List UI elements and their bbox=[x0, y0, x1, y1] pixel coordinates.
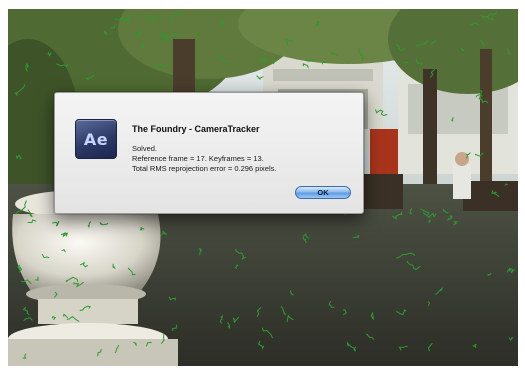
ok-button[interactable]: OK bbox=[295, 186, 351, 199]
message-line-frames: Reference frame = 17. Keyframes = 13. bbox=[132, 154, 264, 163]
message-line-status: Solved. bbox=[132, 144, 158, 153]
footage-viewer: Ae The Foundry - CameraTracker Solved. R… bbox=[8, 9, 518, 366]
camera-tracker-alert-dialog: Ae The Foundry - CameraTracker Solved. R… bbox=[54, 92, 364, 214]
after-effects-app-icon: Ae bbox=[75, 119, 117, 159]
dialog-message: Solved. Reference frame = 17. Keyframes … bbox=[132, 144, 276, 174]
message-line-error: Total RMS reprojection error = 0.296 pix… bbox=[132, 164, 277, 173]
dialog-title: The Foundry - CameraTracker bbox=[132, 124, 260, 134]
